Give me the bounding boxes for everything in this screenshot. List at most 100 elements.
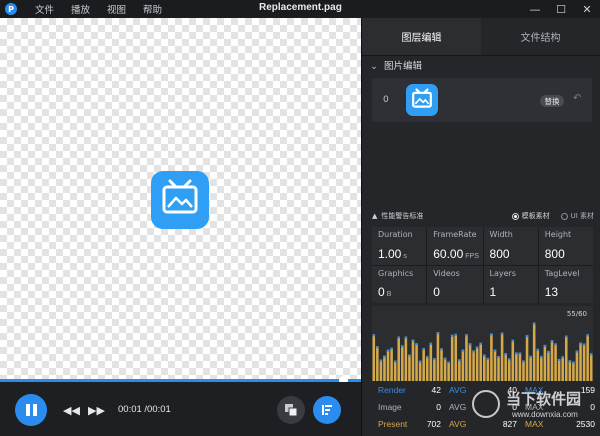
frame-bar-cap (554, 343, 557, 346)
frame-bar-cap (372, 334, 376, 337)
section-header[interactable]: ⌄ 图片编辑 (370, 58, 422, 72)
frame-bar (579, 342, 582, 381)
pause-icon (25, 404, 37, 416)
frame-bar-cap (579, 342, 582, 345)
frame-bar (486, 357, 490, 381)
frame-bar-cap (450, 334, 454, 337)
replace-button[interactable]: 替换 (540, 95, 564, 107)
frame-bar-cap (458, 359, 461, 362)
frame-bar (490, 333, 493, 381)
layers-icon (285, 404, 298, 417)
frame-bar (507, 358, 511, 381)
frame-bar-cap (397, 336, 401, 339)
frame-bar-cap (493, 349, 497, 352)
stat-width: Width 800 (483, 227, 538, 265)
pause-button[interactable] (15, 394, 47, 426)
frame-bar-cap (461, 349, 465, 352)
frame-bar (393, 360, 397, 381)
panel-toggle-button[interactable] (313, 396, 341, 424)
menu-help[interactable]: 帮助 (143, 2, 162, 16)
timeline-icon (322, 405, 332, 415)
frame-bar (522, 360, 525, 381)
frame-time-graph: 55/60 (372, 306, 593, 381)
player-controls: ◀◀ ▶▶ 00:01 /00:01 (0, 382, 361, 436)
frame-bar (411, 339, 415, 381)
menu-view[interactable]: 视图 (107, 2, 126, 16)
frame-bar (532, 322, 536, 381)
frame-bar-cap (543, 344, 547, 347)
frame-bar (408, 354, 411, 381)
frame-bar (497, 356, 500, 381)
frame-bar (415, 343, 418, 381)
frame-bar-cap (429, 342, 433, 345)
frame-bar-cap (529, 355, 532, 358)
frame-bar (582, 343, 586, 381)
perf-row-image: Image 0 AVG 0 MAX 0 (378, 401, 595, 412)
frame-bar (550, 340, 554, 381)
frame-bar-cap (572, 361, 575, 364)
frame-bar (504, 353, 507, 381)
frame-bar (515, 352, 518, 381)
close-button[interactable]: ✕ (574, 0, 600, 18)
frame-bar-cap (586, 334, 589, 337)
minimize-button[interactable]: — (522, 0, 548, 18)
layer-row[interactable]: 0 替换 ↶ (372, 78, 592, 122)
tab-file-structure[interactable]: 文件结构 (481, 18, 600, 55)
frame-bar (561, 356, 564, 381)
frame-bar-cap (561, 356, 564, 359)
frame-bar (447, 361, 450, 381)
frame-bar (468, 343, 472, 381)
preview-canvas[interactable] (0, 18, 361, 380)
frame-bar-cap (518, 352, 522, 355)
frame-bar-cap (468, 343, 472, 346)
frame-bar (547, 350, 550, 381)
tab-layer-edit[interactable]: 图层编辑 (362, 18, 481, 55)
fast-forward-icon[interactable]: ▶▶ (88, 404, 105, 417)
frame-bar (479, 342, 482, 381)
frame-bar (536, 348, 540, 381)
frame-bar-cap (490, 333, 493, 336)
graph-scale-label: 55/60 (566, 310, 587, 318)
warning-icon: ▲ (372, 212, 378, 220)
radio-template-label[interactable]: 模板素材 (522, 211, 550, 221)
frame-bar (518, 352, 522, 381)
frame-bar-cap (401, 345, 404, 348)
app-logo-icon: P (5, 3, 17, 15)
frame-bar (572, 361, 575, 381)
perf-title: 性能警告标准 (381, 212, 424, 220)
undo-icon[interactable]: ↶ (573, 93, 581, 104)
perf-row-render: Render 42 AVG 40 MAX 159 (378, 385, 595, 396)
radio-ui-label[interactable]: UI 素材 (571, 211, 594, 221)
frame-bar (500, 332, 504, 381)
stat-layers: Layers 1 (483, 265, 538, 303)
frame-bar-cap (564, 335, 568, 338)
frame-bar (575, 350, 579, 381)
menu-file[interactable]: 文件 (35, 2, 54, 16)
frame-bar-cap (589, 353, 593, 356)
frame-bar (376, 346, 379, 381)
frame-bar-cap (376, 346, 379, 349)
frame-bar (465, 334, 468, 381)
frame-bar-cap (418, 360, 422, 363)
radio-template-icon[interactable] (511, 212, 519, 220)
maximize-button[interactable]: ☐ (548, 0, 574, 18)
panel-tabs: 图层编辑 文件结构 (362, 18, 600, 56)
menu-bar: 文件 播放 视图 帮助 (35, 2, 162, 16)
frame-bar (433, 358, 436, 381)
frame-bar-cap (507, 358, 511, 361)
rewind-icon[interactable]: ◀◀ (63, 404, 80, 417)
frame-bar (383, 355, 386, 381)
frame-bar-cap (500, 332, 504, 335)
frame-bar-cap (582, 343, 586, 346)
frame-bar (454, 333, 458, 381)
background-toggle-button[interactable] (277, 396, 305, 424)
frame-bar-cap (504, 353, 507, 356)
frame-bar-cap (440, 348, 443, 351)
frame-bar-cap (525, 335, 529, 338)
menu-play[interactable]: 播放 (71, 2, 90, 16)
frame-bar (557, 358, 561, 381)
radio-ui-icon[interactable] (560, 212, 568, 220)
perf-row-present: Present 702 AVG 827 MAX 2530 (378, 418, 595, 429)
frame-bar (568, 360, 572, 381)
frame-bar (425, 355, 429, 381)
